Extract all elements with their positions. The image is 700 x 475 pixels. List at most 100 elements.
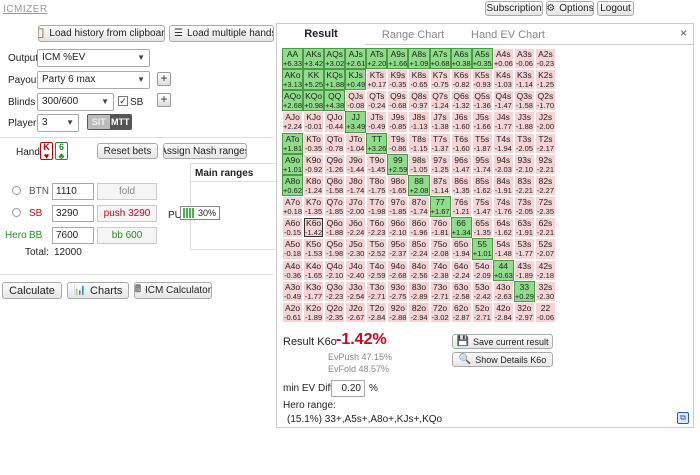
hand-cell-ajs[interactable]: AJs +2.61	[345, 48, 367, 70]
hand-cell-64s[interactable]: 64s -1.62	[492, 217, 514, 239]
hand-cell-94s[interactable]: 94s -2.03	[492, 153, 514, 175]
hand-cell-k2o[interactable]: K2o -1.89	[303, 301, 325, 323]
hand-cell-q9s[interactable]: Q9s -0.68	[387, 90, 409, 112]
hand-cell-74s[interactable]: 74s -1.76	[492, 196, 514, 218]
hand-cell-kjs[interactable]: KJs +0.49	[345, 69, 367, 91]
hand-cell-k5o[interactable]: K5o -1.53	[303, 238, 325, 260]
hand-cell-77[interactable]: 77 +1.67	[429, 196, 451, 218]
hand-cell-84s[interactable]: 84s -1.91	[492, 174, 514, 197]
hand-cell-q5s[interactable]: Q5s -1.36	[471, 90, 493, 112]
hand-cell-97s[interactable]: 97s -1.25	[429, 153, 451, 175]
hand-cell-42o[interactable]: 42o -2.84	[492, 301, 514, 323]
logout-button[interactable]: Logout	[597, 1, 634, 16]
hand-cell-j4s[interactable]: J4s -1.77	[492, 111, 514, 133]
hand-cell-t4s[interactable]: T4s -1.94	[492, 132, 514, 154]
hand-cell-t6o[interactable]: T6o -2.23	[366, 217, 388, 239]
hand-cell-t9o[interactable]: T9o -1.45	[366, 153, 388, 175]
hand-cell-a9s[interactable]: A9s +1.66	[387, 48, 409, 70]
sb-radio[interactable]	[12, 208, 21, 217]
hand-cell-kqo[interactable]: KQo +0.98	[303, 90, 325, 112]
hand-cell-32o[interactable]: 32o -2.97	[513, 301, 535, 323]
hand-cell-63s[interactable]: 63s -1.91	[513, 217, 535, 239]
hand-cell-qjo[interactable]: QJo -0.44	[324, 111, 346, 133]
hand-cell-j5o[interactable]: J5o -2.30	[345, 238, 367, 260]
hand-cell-66[interactable]: 66 +1.34	[450, 217, 472, 239]
hand-cell-k4s[interactable]: K4s -1.03	[492, 69, 514, 91]
hand-cell-75o[interactable]: 75o -2.08	[429, 238, 451, 260]
hand-cell-q6o[interactable]: Q6o -1.88	[324, 217, 346, 239]
sit-mtt-toggle[interactable]: SIT MTT	[87, 114, 132, 130]
hand-cell-kjo[interactable]: KJo -0.01	[303, 111, 325, 133]
charts-button[interactable]: 📊 Charts	[67, 282, 129, 299]
hand-cell-72o[interactable]: 72o -3.02	[429, 301, 451, 323]
hand-cell-t8o[interactable]: T8o -1.75	[366, 174, 388, 197]
hand-cell-44[interactable]: 44 +0.63	[492, 259, 514, 281]
hand-cell-85o[interactable]: 85o -2.24	[408, 238, 430, 260]
hand-cell-j7o[interactable]: J7o -2.00	[345, 196, 367, 218]
hand-cell-k4o[interactable]: K4o -1.65	[303, 259, 325, 281]
hand-cell-85s[interactable]: 85s -1.62	[471, 174, 493, 197]
subscription-button[interactable]: Subscription	[485, 1, 543, 16]
hand-cell-92s[interactable]: 92s -2.21	[534, 153, 556, 175]
hand-cell-98s[interactable]: 98s -1.05	[408, 153, 430, 175]
hand-cell-k6o[interactable]: K6o -1.42	[303, 217, 325, 239]
hand-cell-t9s[interactable]: T9s -0.86	[387, 132, 409, 154]
hand-cell-qq[interactable]: QQ +4.38	[324, 90, 346, 112]
hand-cell-98o[interactable]: 98o -1.65	[387, 174, 409, 197]
hand-cell-99[interactable]: 99 +2.59	[387, 153, 409, 175]
hand-cell-k5s[interactable]: K5s -0.93	[471, 69, 493, 91]
hand-cell-jts[interactable]: JTs -0.49	[366, 111, 388, 133]
hand-cell-j6s[interactable]: J6s -1.60	[450, 111, 472, 133]
hand-cell-55[interactable]: 55 +1.01	[471, 238, 493, 260]
hand-cell-82o[interactable]: 82o -2.94	[408, 301, 430, 323]
hand-cell-q4o[interactable]: Q4o -2.10	[324, 259, 346, 281]
hand-cell-a5s[interactable]: A5s +0.35	[471, 48, 493, 70]
hand-cell-j9s[interactable]: J9s -0.85	[387, 111, 409, 133]
hand-cell-86o[interactable]: 86o -1.96	[408, 217, 430, 239]
hand-cell-22[interactable]: 22 -0.06	[534, 301, 556, 323]
hand-cell-52o[interactable]: 52o -2.71	[471, 301, 493, 323]
hand-cell-t2o[interactable]: T2o -2.84	[366, 301, 388, 323]
hand-cell-j4o[interactable]: J4o -2.40	[345, 259, 367, 281]
hand-cell-53o[interactable]: 53o -2.42	[471, 280, 493, 302]
hand-cell-k3s[interactable]: K3s -1.14	[513, 69, 535, 91]
hand-cell-j9o[interactable]: J9o -1.44	[345, 153, 367, 175]
hand-cell-76o[interactable]: 76o -1.81	[429, 217, 451, 239]
hand-cell-k7s[interactable]: K7s -0.75	[429, 69, 451, 91]
hand-cell-96s[interactable]: 96s -1.47	[450, 153, 472, 175]
pu-range-button[interactable]: 30%	[180, 206, 220, 220]
payout-select[interactable]: Party 6 max ▼	[37, 71, 150, 89]
hand-cell-a8s[interactable]: A8s +1.09	[408, 48, 430, 70]
close-icon[interactable]: ×	[680, 26, 687, 40]
btn-radio[interactable]	[12, 186, 21, 195]
output-select[interactable]: ICM %EV ▼	[37, 49, 150, 67]
hand-cell-73s[interactable]: 73s -2.05	[513, 196, 535, 218]
options-button[interactable]: ⚙ Options	[546, 1, 594, 16]
hand-cell-96o[interactable]: 96o -2.10	[387, 217, 409, 239]
hand-cell-t5o[interactable]: T5o -2.52	[366, 238, 388, 260]
hand-cell-kto[interactable]: KTo -0.35	[303, 132, 325, 154]
hand-cell-q2o[interactable]: Q2o -2.35	[324, 301, 346, 323]
tab-hand-ev-chart[interactable]: Hand EV Chart	[462, 25, 554, 45]
hand-cell-62o[interactable]: 62o -2.87	[450, 301, 472, 323]
tab-result[interactable]: Result	[277, 25, 365, 45]
hand-cell-j3o[interactable]: J3o -2.54	[345, 280, 367, 302]
hand-cell-a4s[interactable]: A4s +0.06	[492, 48, 514, 70]
hand-cell-k6s[interactable]: K6s -0.82	[450, 69, 472, 91]
reset-bets-button[interactable]: Reset bets	[97, 143, 158, 159]
hand-cell-a6s[interactable]: A6s +0.38	[450, 48, 472, 70]
hand-cell-63o[interactable]: 63o -2.58	[450, 280, 472, 302]
hand-cell-t6s[interactable]: T6s -1.60	[450, 132, 472, 154]
hand-cell-a9o[interactable]: A9o +1.01	[282, 153, 304, 175]
hand-cell-t4o[interactable]: T4o -2.59	[366, 259, 388, 281]
hand-cell-83s[interactable]: 83s -2.21	[513, 174, 535, 197]
hand-cell-j7s[interactable]: J7s -1.38	[429, 111, 451, 133]
hand-cell-jto[interactable]: JTo -1.04	[345, 132, 367, 154]
players-select[interactable]: 3 ▼	[37, 114, 79, 132]
hand-cell-k8o[interactable]: K8o -1.24	[303, 174, 325, 197]
hand-cell-q3o[interactable]: Q3o -2.23	[324, 280, 346, 302]
hand-cell-54s[interactable]: 54s -1.48	[492, 238, 514, 260]
hand-cell-87s[interactable]: 87s -1.14	[429, 174, 451, 197]
hand-cell-q7o[interactable]: Q7o -1.85	[324, 196, 346, 218]
hand-cell-j8o[interactable]: J8o -1.74	[345, 174, 367, 197]
